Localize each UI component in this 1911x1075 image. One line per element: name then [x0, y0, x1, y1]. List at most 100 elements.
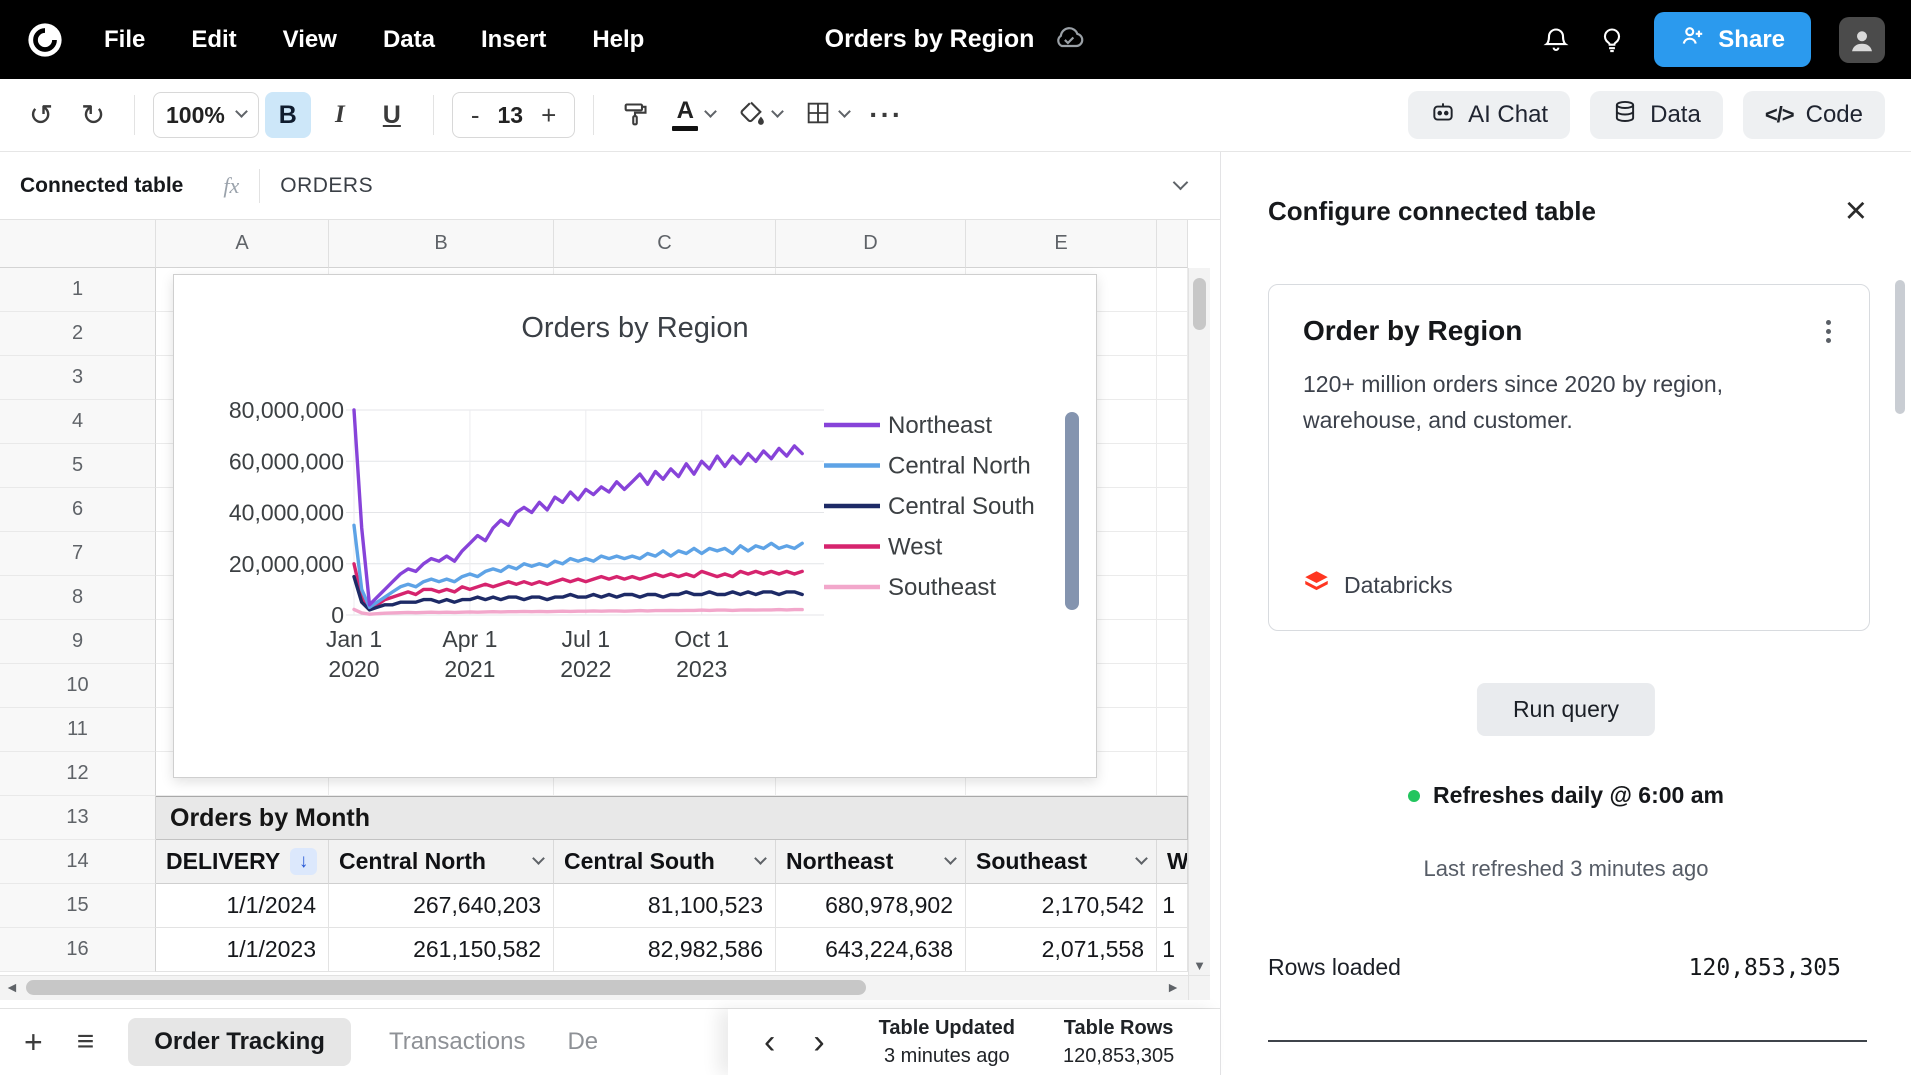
- table-cell[interactable]: 81,100,523: [554, 884, 776, 928]
- ai-chat-button[interactable]: AI Chat: [1408, 91, 1570, 139]
- table-column-header-delivery[interactable]: DELIVERY↓: [156, 840, 329, 884]
- column-header-B[interactable]: B: [329, 220, 554, 268]
- sheet-list-menu-icon[interactable]: ≡: [77, 1027, 95, 1057]
- lightbulb-tips-icon[interactable]: [1598, 26, 1626, 54]
- column-header-D[interactable]: D: [776, 220, 966, 268]
- row-header-11[interactable]: 11: [0, 708, 156, 752]
- table-cell[interactable]: 261,150,582: [329, 928, 554, 972]
- column-header-partial[interactable]: [1157, 220, 1188, 268]
- grid-cell[interactable]: [1157, 400, 1188, 444]
- grid-cell[interactable]: [1157, 312, 1188, 356]
- column-header-A[interactable]: A: [156, 220, 329, 268]
- font-size-increase-button[interactable]: +: [535, 100, 562, 131]
- fill-color-picker[interactable]: [729, 92, 790, 138]
- grid-cell[interactable]: [1157, 268, 1188, 312]
- code-button[interactable]: </> Code: [1743, 91, 1885, 139]
- row-header-3[interactable]: 3: [0, 356, 156, 400]
- row-header-16[interactable]: 16: [0, 928, 156, 972]
- grid-cell[interactable]: [1157, 708, 1188, 752]
- undo-icon[interactable]: ↺: [18, 92, 64, 138]
- horizontal-scrollbar-thumb[interactable]: [26, 980, 866, 995]
- vertical-scrollbar[interactable]: ▼: [1188, 268, 1210, 975]
- tabs-scroll-right-icon[interactable]: ›: [807, 1025, 830, 1059]
- table-cell[interactable]: 643,224,638: [776, 928, 966, 972]
- connection-menu-kebab-icon[interactable]: [1822, 316, 1835, 347]
- vertical-scrollbar-thumb[interactable]: [1193, 278, 1206, 330]
- scroll-left-arrow-icon[interactable]: ◄: [5, 979, 19, 995]
- row-header-9[interactable]: 9: [0, 620, 156, 664]
- column-dropdown-icon[interactable]: [532, 852, 545, 865]
- menu-insert[interactable]: Insert: [481, 26, 546, 54]
- table-cell[interactable]: 680,978,902: [776, 884, 966, 928]
- table-cell[interactable]: 2,170,542: [966, 884, 1157, 928]
- column-header-C[interactable]: C: [554, 220, 776, 268]
- sheet-tab-clipped[interactable]: De: [563, 1018, 598, 1066]
- grid-cell[interactable]: [1157, 444, 1188, 488]
- table-column-header-northeast[interactable]: Northeast: [776, 840, 966, 884]
- data-button[interactable]: Data: [1590, 91, 1723, 139]
- table-column-header-central-north[interactable]: Central North: [329, 840, 554, 884]
- formula-bar-expand-icon[interactable]: [1173, 174, 1189, 190]
- row-header-7[interactable]: 7: [0, 532, 156, 576]
- table-column-header-central-south[interactable]: Central South: [554, 840, 776, 884]
- row-header-4[interactable]: 4: [0, 400, 156, 444]
- menu-data[interactable]: Data: [383, 26, 435, 54]
- table-cell[interactable]: 82,982,586: [554, 928, 776, 972]
- horizontal-scrollbar[interactable]: ◄ ►: [0, 975, 1188, 1000]
- tabs-scroll-left-icon[interactable]: ‹: [758, 1025, 781, 1059]
- share-button[interactable]: Share: [1654, 12, 1811, 67]
- menu-view[interactable]: View: [283, 26, 337, 54]
- font-size-decrease-button[interactable]: -: [465, 100, 486, 131]
- underline-button[interactable]: U: [369, 92, 415, 138]
- column-header-E[interactable]: E: [966, 220, 1157, 268]
- more-options-icon[interactable]: ···: [863, 92, 909, 138]
- column-dropdown-icon[interactable]: [1135, 852, 1148, 865]
- row-header-5[interactable]: 5: [0, 444, 156, 488]
- table-cell[interactable]: 2,071,558: [966, 928, 1157, 972]
- add-sheet-button[interactable]: +: [24, 1026, 43, 1058]
- table-cell[interactable]: 1: [1157, 884, 1188, 928]
- sheet-tab-order-tracking[interactable]: Order Tracking: [128, 1018, 351, 1066]
- notifications-bell-icon[interactable]: [1542, 26, 1570, 54]
- sort-descending-icon[interactable]: ↓: [290, 848, 317, 875]
- grid-cell[interactable]: [1157, 488, 1188, 532]
- formula-input[interactable]: ORDERS: [280, 174, 373, 198]
- grid-cell[interactable]: [1157, 532, 1188, 576]
- grid-cell[interactable]: [1157, 752, 1188, 796]
- row-header-1[interactable]: 1: [0, 268, 156, 312]
- grid-cell[interactable]: [1157, 664, 1188, 708]
- text-color-picker[interactable]: A: [664, 92, 723, 138]
- table-cell[interactable]: 1/1/2023: [156, 928, 329, 972]
- menu-help[interactable]: Help: [592, 26, 644, 54]
- menu-file[interactable]: File: [104, 26, 145, 54]
- row-header-14[interactable]: 14: [0, 840, 156, 884]
- redo-icon[interactable]: ↻: [70, 92, 116, 138]
- row-header-6[interactable]: 6: [0, 488, 156, 532]
- zoom-selector[interactable]: 100%: [153, 92, 259, 138]
- grid-cell[interactable]: [1157, 576, 1188, 620]
- bold-button[interactable]: B: [265, 92, 311, 138]
- italic-button[interactable]: I: [317, 92, 363, 138]
- table-cell[interactable]: 267,640,203: [329, 884, 554, 928]
- run-query-button[interactable]: Run query: [1477, 683, 1655, 736]
- grid-cell[interactable]: [1157, 356, 1188, 400]
- user-avatar[interactable]: [1839, 17, 1885, 63]
- grid-cell[interactable]: [1157, 620, 1188, 664]
- select-all-corner[interactable]: [0, 220, 156, 268]
- table-column-header-southeast[interactable]: Southeast: [966, 840, 1157, 884]
- app-logo-icon[interactable]: [26, 21, 64, 59]
- paint-format-icon[interactable]: [612, 92, 658, 138]
- row-header-2[interactable]: 2: [0, 312, 156, 356]
- sheet-tab-transactions[interactable]: Transactions: [385, 1018, 530, 1066]
- table-column-header-west[interactable]: West: [1157, 840, 1188, 884]
- scroll-right-arrow-icon[interactable]: ►: [1166, 979, 1180, 995]
- row-header-12[interactable]: 12: [0, 752, 156, 796]
- panel-scrollbar-thumb[interactable]: [1895, 280, 1905, 414]
- row-header-13[interactable]: 13: [0, 796, 156, 840]
- menu-edit[interactable]: Edit: [191, 26, 236, 54]
- table-cell[interactable]: 1/1/2024: [156, 884, 329, 928]
- column-dropdown-icon[interactable]: [944, 852, 957, 865]
- column-dropdown-icon[interactable]: [754, 852, 767, 865]
- row-header-10[interactable]: 10: [0, 664, 156, 708]
- row-header-8[interactable]: 8: [0, 576, 156, 620]
